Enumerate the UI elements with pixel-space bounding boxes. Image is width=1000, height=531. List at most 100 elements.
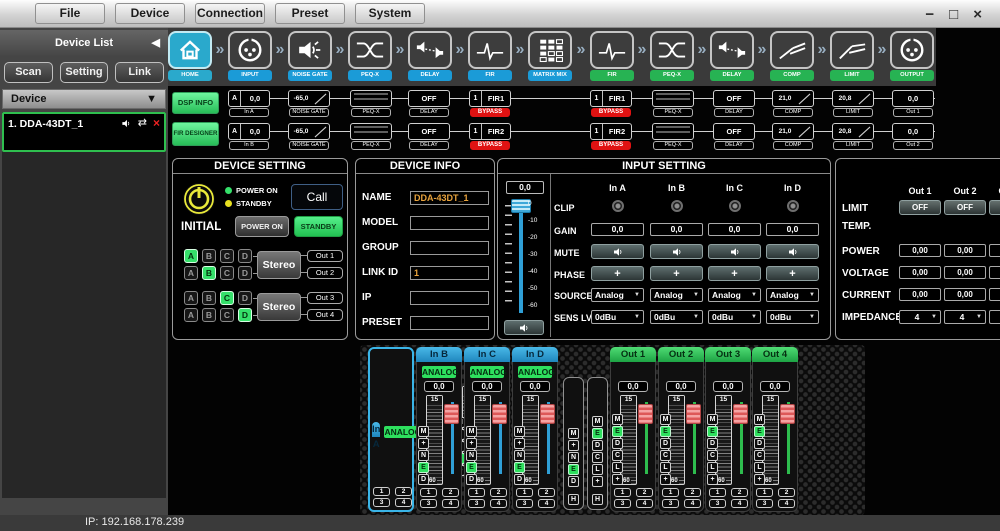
strip-h-button[interactable]: H (568, 494, 579, 505)
toolbar-peq-x-button[interactable]: PEQ-X (650, 31, 694, 82)
route-4-button[interactable]: 4 (490, 499, 507, 508)
chain-value-box[interactable]: A0,0 (228, 90, 270, 107)
chain-block-bypass-row2[interactable]: 1FIR2BYPASS (590, 123, 632, 150)
phase-button-in-a[interactable]: + (591, 266, 644, 281)
strip-c-button[interactable]: C (612, 450, 623, 461)
sens-select-in-c[interactable]: 0dBu▼ (708, 310, 761, 324)
chain-block-noise-gate-row2[interactable]: -65,0NOISE GATE (288, 123, 330, 150)
power-button[interactable] (183, 183, 215, 215)
strip-m-button[interactable]: M (707, 414, 718, 425)
matrix-cell-a-row1[interactable]: A (184, 249, 198, 263)
speaker-icon[interactable] (121, 118, 132, 129)
menu-item-system[interactable]: System (355, 3, 425, 24)
route-4-button[interactable]: 4 (395, 498, 412, 507)
field-input-model[interactable] (410, 216, 489, 230)
route-3-button[interactable]: 3 (756, 499, 773, 508)
chain-block-peq-x-row2[interactable]: PEQ-X (652, 123, 694, 150)
chain-block-comp-row2[interactable]: 21,0COMP (772, 123, 814, 150)
strip-m-button[interactable]: M (418, 426, 429, 437)
matrix-cell-a-row4[interactable]: A (184, 308, 198, 322)
fader-handle[interactable] (638, 404, 653, 424)
chain-value-box[interactable]: 1FIR1 (590, 90, 632, 107)
strip-fader-value[interactable]: 0,0 (520, 381, 550, 392)
chain-block-out-2-row2[interactable]: 0,0Out 2 (892, 123, 934, 150)
route-1-button[interactable]: 1 (468, 488, 485, 497)
route-2-button[interactable]: 2 (395, 487, 412, 496)
strip-fader-value[interactable]: 0,0 (618, 381, 648, 392)
route-4-button[interactable]: 4 (731, 499, 748, 508)
chain-value-box[interactable]: A0,0 (228, 123, 270, 140)
route-2-button[interactable]: 2 (778, 488, 795, 497)
route-2-button[interactable]: 2 (731, 488, 748, 497)
strip-m-button[interactable]: M (568, 428, 579, 439)
toolbar-delay-button[interactable]: DELAY (710, 31, 754, 82)
fader-handle[interactable] (492, 404, 507, 424)
strip-fader-value[interactable]: 0,0 (666, 381, 696, 392)
toolbar-input-button[interactable]: INPUT (228, 31, 272, 82)
menu-item-file[interactable]: File (35, 3, 105, 24)
chain-block-noise-gate-row1[interactable]: -65,0NOISE GATE (288, 90, 330, 117)
matrix-cell-a-row2[interactable]: A (184, 266, 198, 280)
strip-c-button[interactable]: C (660, 450, 671, 461)
route-2-button[interactable]: 2 (490, 488, 507, 497)
matrix-cell-a-row3[interactable]: A (184, 291, 198, 305)
strip-m-button[interactable]: M (514, 426, 525, 437)
gain-input-in-d[interactable]: 0,0 (766, 223, 819, 236)
strip---button[interactable]: + (660, 474, 671, 485)
minimize-button[interactable]: − (925, 6, 934, 23)
device-dropdown[interactable]: Device ▼ (2, 89, 166, 109)
chain-value-box[interactable]: 0,0 (892, 123, 934, 140)
matrix-out-3-button[interactable]: Out 3 (307, 292, 343, 304)
chain-block-bypass-row1[interactable]: 1FIR1BYPASS (590, 90, 632, 117)
chain-value-box[interactable]: 21,0 (772, 90, 814, 107)
gain-input-in-a[interactable]: 0,0 (591, 223, 644, 236)
chain-value-box[interactable]: 20,8 (832, 123, 874, 140)
toolbar-home-button[interactable]: HOME (168, 31, 212, 82)
strip-l-button[interactable]: L (592, 464, 603, 475)
impedance-select-out-2[interactable]: 4▼ (944, 310, 986, 324)
chain-block-bypass-row2[interactable]: 1FIR2BYPASS (469, 123, 511, 150)
master-fader-value[interactable]: 0,0 (506, 181, 544, 194)
close-button[interactable]: × (973, 6, 982, 23)
device-entry[interactable]: 1. DDA-43DT_1 ⇄ × (2, 112, 166, 152)
standby-button[interactable]: STANDBY (294, 216, 343, 237)
strip-d-button[interactable]: D (514, 474, 525, 485)
stereo-button-1[interactable]: Stereo (257, 251, 301, 279)
field-input-group[interactable] (410, 241, 489, 255)
chain-block-delay-row2[interactable]: OFFDELAY (408, 123, 450, 150)
call-button[interactable]: Call (291, 184, 343, 210)
strip---button[interactable]: + (612, 474, 623, 485)
matrix-cell-b-row2[interactable]: B (202, 266, 216, 280)
route-3-button[interactable]: 3 (420, 499, 437, 508)
route-2-button[interactable]: 2 (442, 488, 459, 497)
strip-m-button[interactable]: M (660, 414, 671, 425)
phase-button-in-b[interactable]: + (650, 266, 703, 281)
strip-d-button[interactable]: D (707, 438, 718, 449)
limit-toggle-out-3[interactable]: OFF (989, 200, 1000, 215)
strip-in-d[interactable]: In DANALOG0,015-60M+NED1234 (512, 347, 558, 512)
mute-button-in-a[interactable] (591, 244, 644, 259)
fader-handle[interactable] (686, 404, 701, 424)
strip---button[interactable]: + (592, 476, 603, 487)
strip-e-button[interactable]: E (707, 426, 718, 437)
strip-in-b[interactable]: In BANALOG0,015-60M+NED1234 (416, 347, 462, 512)
fir-designer-button[interactable]: FIR DESIGNER (172, 122, 219, 146)
strip-n-button[interactable]: N (514, 450, 525, 461)
toolbar-delay-button[interactable]: DELAY (408, 31, 452, 82)
strip---button[interactable]: + (568, 440, 579, 451)
strip-out-1[interactable]: Out 10,015-60MEDCL+1234 (610, 347, 656, 512)
strip-n-button[interactable]: N (568, 452, 579, 463)
route-4-button[interactable]: 4 (442, 499, 459, 508)
fader-handle[interactable] (540, 404, 555, 424)
strip-fader-value[interactable]: 0,0 (472, 381, 502, 392)
field-input-preset[interactable] (410, 316, 489, 330)
chain-block-peq-x-row1[interactable]: PEQ-X (652, 90, 694, 117)
route-3-button[interactable]: 3 (373, 498, 390, 507)
strip-out-2[interactable]: Out 20,015-60MEDCL+1234 (658, 347, 704, 512)
route-4-button[interactable]: 4 (778, 499, 795, 508)
chain-block-delay-row1[interactable]: OFFDELAY (408, 90, 450, 117)
limit-toggle-out-2[interactable]: OFF (944, 200, 986, 215)
route-3-button[interactable]: 3 (516, 499, 533, 508)
gain-input-in-c[interactable]: 0,0 (708, 223, 761, 236)
strip-e-button[interactable]: E (514, 462, 525, 473)
